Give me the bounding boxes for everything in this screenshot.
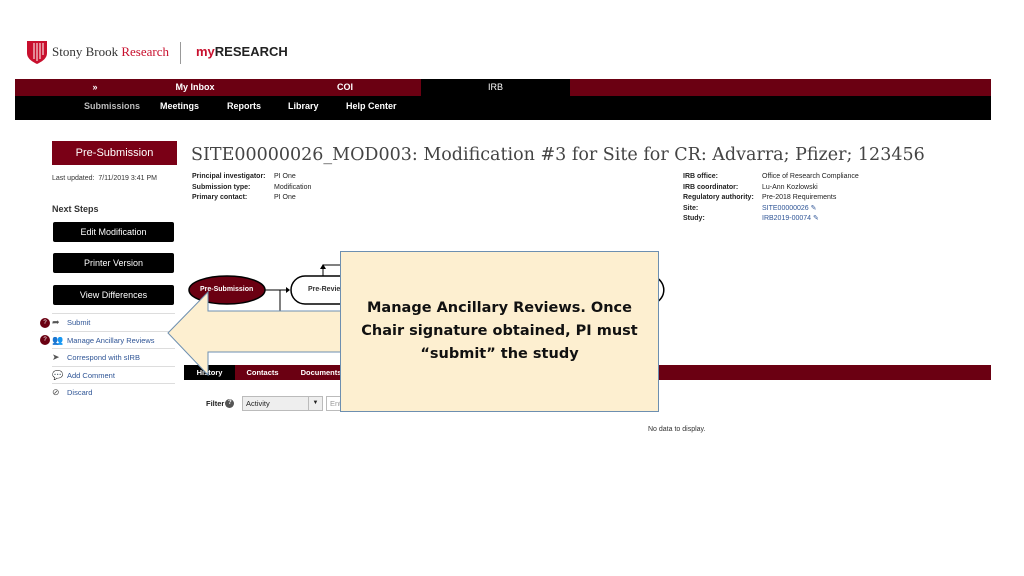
callout-box: Manage Ancillary Reviews. Once Chair sig… (340, 251, 659, 412)
callout-text: Manage Ancillary Reviews. Once Chair sig… (361, 300, 638, 362)
